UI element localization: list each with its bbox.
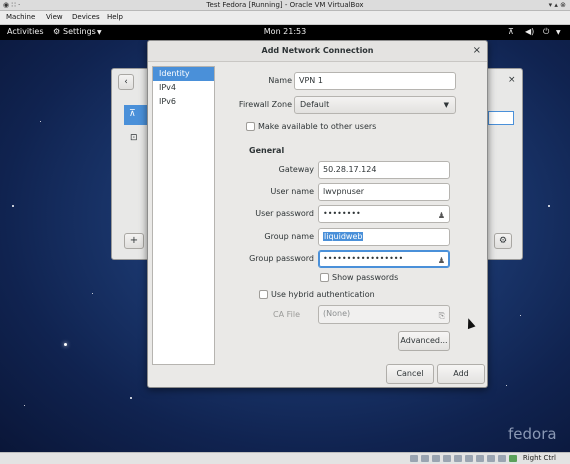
network-icon[interactable]: ⊼ xyxy=(508,27,514,36)
ca-file-label: CA File xyxy=(273,310,300,319)
vbox-titlebar: ◉ ∷ · Test Fedora [Running] - Oracle VM … xyxy=(0,0,570,11)
ca-file-value: (None) xyxy=(323,309,351,318)
show-passwords-checkbox[interactable] xyxy=(320,273,329,282)
gateway-label: Gateway xyxy=(278,165,314,174)
gateway-input[interactable]: 50.28.17.124 xyxy=(318,161,450,179)
menu-machine[interactable]: Machine xyxy=(6,13,35,21)
shared-folders-icon[interactable] xyxy=(465,455,473,462)
dialog-close-icon[interactable]: × xyxy=(473,45,481,56)
gnome-topbar: Activities ⚙ Settings ▼ Mon 21:53 ⊼ ◀) ⏻… xyxy=(0,25,570,40)
dialog-sidebar: Identity IPv4 IPv6 xyxy=(152,66,215,365)
add-connection-button[interactable]: + xyxy=(124,233,144,249)
optical-drive-icon[interactable] xyxy=(421,455,429,462)
menu-help[interactable]: Help xyxy=(107,13,123,21)
show-passwords-label: Show passwords xyxy=(332,273,399,282)
clock[interactable]: Mon 21:53 xyxy=(0,27,570,36)
available-to-all-checkbox[interactable] xyxy=(246,122,255,131)
vbox-menubar: Machine View Devices Help xyxy=(0,11,570,25)
vbox-statusbar: Right Ctrl xyxy=(0,452,570,464)
general-heading: General xyxy=(249,146,285,155)
file-chooser-icon: ⎘ xyxy=(438,311,445,320)
advanced-button[interactable]: Advanced... xyxy=(398,331,450,351)
user-password-label: User password xyxy=(255,209,314,218)
available-to-all-label: Make available to other users xyxy=(258,122,377,131)
add-button[interactable]: Add xyxy=(437,364,485,384)
network-status-icon[interactable] xyxy=(443,455,451,462)
hybrid-auth-checkbox[interactable] xyxy=(259,290,268,299)
window-controls-icon[interactable]: ▾ ▴ ⊗ xyxy=(549,1,566,9)
group-name-selected-text: liquidweb xyxy=(323,232,364,241)
password-storage-icon[interactable]: ♟ xyxy=(438,253,445,267)
menu-view[interactable]: View xyxy=(46,13,63,21)
volume-icon[interactable]: ◀) xyxy=(525,27,534,36)
settings-search-field[interactable] xyxy=(488,111,514,125)
hdd-status-icon[interactable] xyxy=(410,455,418,462)
recording-status-icon[interactable] xyxy=(487,455,495,462)
display-status-icon[interactable] xyxy=(476,455,484,462)
hybrid-auth-label: Use hybrid authentication xyxy=(271,290,375,299)
group-password-value: ••••••••••••••••• xyxy=(323,254,404,263)
system-menu-chevron-icon[interactable]: ▼ xyxy=(556,29,561,36)
group-password-label: Group password xyxy=(249,254,314,263)
vpn-network-icon: ⊡ xyxy=(130,133,138,143)
cancel-button[interactable]: Cancel xyxy=(386,364,434,384)
dropdown-arrow-icon: ▼ xyxy=(443,101,449,109)
power-icon[interactable]: ⏻ xyxy=(543,27,549,37)
username-label: User name xyxy=(270,187,314,196)
group-password-input[interactable]: ••••••••••••••••• ♟ xyxy=(318,250,450,268)
user-password-value: •••••••• xyxy=(323,209,361,218)
username-input[interactable]: lwvpnuser xyxy=(318,183,450,201)
add-network-connection-dialog: Add Network Connection × Identity IPv4 I… xyxy=(147,40,488,388)
host-key-label: Right Ctrl xyxy=(522,454,556,462)
firewall-zone-label: Firewall Zone xyxy=(238,100,292,109)
usb-status-icon[interactable] xyxy=(454,455,462,462)
dialog-header: Add Network Connection × xyxy=(148,41,487,62)
vbox-window-title: Test Fedora [Running] - Oracle VM Virtua… xyxy=(206,1,364,9)
audio-status-icon[interactable] xyxy=(432,455,440,462)
settings-close-icon[interactable]: × xyxy=(508,75,516,85)
connection-options-gear-icon[interactable]: ⚙ xyxy=(494,233,512,249)
name-input[interactable]: VPN 1 xyxy=(294,72,456,90)
group-name-label: Group name xyxy=(264,232,314,241)
menu-devices[interactable]: Devices xyxy=(72,13,100,21)
firewall-zone-select[interactable]: Default ▼ xyxy=(294,96,456,114)
password-storage-icon[interactable]: ♟ xyxy=(438,208,445,222)
group-name-input[interactable]: liquidweb xyxy=(318,228,450,246)
cpu-status-icon[interactable] xyxy=(498,455,506,462)
dialog-title: Add Network Connection xyxy=(261,46,374,55)
firewall-zone-value: Default xyxy=(300,100,330,109)
wired-network-icon: ⊼ xyxy=(129,109,136,119)
user-password-input[interactable]: •••••••• ♟ xyxy=(318,205,450,223)
ca-file-chooser[interactable]: (None) ⎘ xyxy=(318,305,450,324)
name-label: Name xyxy=(268,76,292,85)
keyboard-capture-icon[interactable] xyxy=(509,455,517,462)
network-list-selected[interactable]: ⊼ xyxy=(124,105,148,125)
back-button[interactable]: ‹ xyxy=(118,74,134,90)
fedora-watermark: fedora xyxy=(508,425,557,443)
